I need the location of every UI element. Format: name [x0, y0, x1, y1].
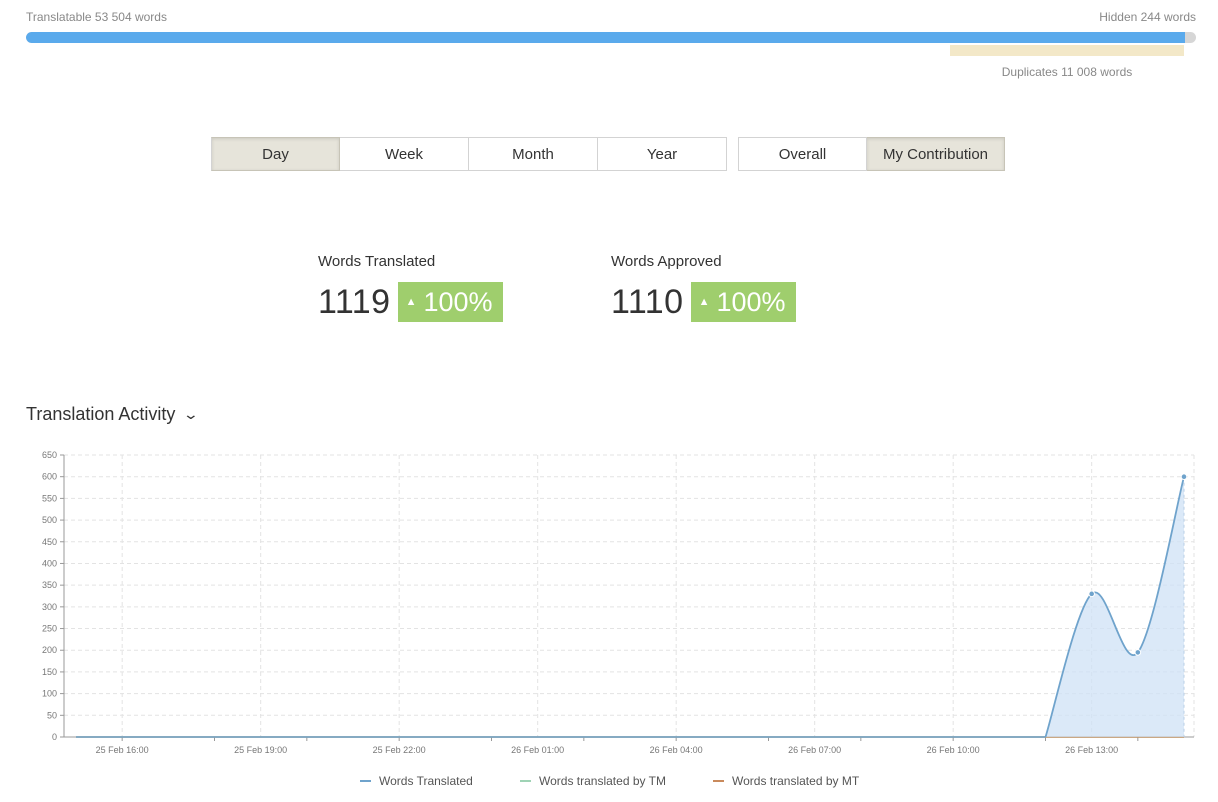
translation-activity-title: Translation Activity	[26, 404, 176, 424]
scope-my-contribution-button[interactable]: My Contribution	[867, 137, 1005, 171]
chart-legend: Words Translated Words translated by TM Wo…	[0, 774, 1218, 792]
y-tick-label: 300	[42, 602, 57, 612]
y-tick-label: 100	[42, 689, 57, 699]
translatable-progress-bar	[26, 32, 1196, 43]
words-approved-stat: Words Approved 1110 ▲ 100%	[611, 253, 796, 322]
translation-activity-toggle[interactable]: Translation Activity ⌄	[26, 404, 200, 425]
translatable-progress-fill	[26, 32, 1186, 43]
duplicates-label: Duplicates 11 008 words	[1001, 65, 1133, 79]
translation-activity-chart: 0 50 100 150 200 250 300 350 400 450 500 550 600 650 2…	[42, 450, 1195, 755]
legend-swatch	[360, 780, 371, 782]
x-tick-label: 26 Feb 04:00	[650, 745, 703, 755]
y-tick-label: 0	[52, 732, 57, 742]
y-tick-label: 250	[42, 624, 57, 634]
y-tick-label: 200	[42, 645, 57, 655]
legend-swatch	[520, 780, 531, 782]
words-approved-change: 100%	[716, 286, 786, 317]
words-translated-value: 1119	[318, 282, 391, 321]
y-tick-label: 650	[42, 450, 57, 460]
y-tick-label: 50	[47, 710, 57, 720]
words-approved-label: Words Approved	[611, 253, 722, 270]
period-day-button[interactable]: Day	[211, 137, 340, 171]
period-year-button[interactable]: Year	[598, 137, 727, 171]
scope-selector: Overall My Contribution	[738, 137, 1005, 171]
translatable-words-label: Translatable 53 504 words	[26, 10, 167, 24]
words-translated-stat: Words Translated 1119 ▲ 100%	[318, 253, 503, 322]
duplicates-bar	[950, 45, 1184, 56]
period-selector: Day Week Month Year	[211, 137, 727, 171]
hidden-words-label: Hidden 244 words	[1099, 10, 1196, 24]
y-tick-label: 450	[42, 537, 57, 547]
legend-label: Words translated by TM	[539, 774, 666, 788]
words-approved-value: 1110	[611, 282, 684, 321]
words-translated-label: Words Translated	[318, 253, 436, 270]
y-tick-label: 600	[42, 472, 57, 482]
words-translated-point	[1134, 649, 1142, 656]
y-tick-label: 550	[42, 493, 57, 503]
x-tick-label: 26 Feb 07:00	[788, 745, 841, 755]
x-tick-label: 25 Feb 19:00	[234, 745, 287, 755]
chevron-down-icon: ⌄	[183, 406, 200, 422]
legend-item[interactable]: Words Translated	[360, 774, 473, 788]
y-tick-label: 350	[42, 580, 57, 590]
scope-overall-button[interactable]: Overall	[738, 137, 867, 171]
x-tick-label: 26 Feb 10:00	[927, 745, 980, 755]
arrow-up-icon: ▲	[698, 296, 710, 308]
words-translated-point	[1088, 590, 1095, 598]
legend-item[interactable]: Words translated by TM	[520, 774, 666, 788]
legend-label: Words Translated	[379, 774, 473, 788]
legend-label: Words translated by MT	[732, 774, 860, 788]
y-tick-label: 500	[42, 515, 57, 525]
y-tick-label: 150	[42, 667, 57, 677]
legend-swatch	[713, 780, 724, 782]
legend-item[interactable]: Words translated by MT	[713, 774, 859, 788]
words-translated-change-badge: ▲ 100%	[397, 282, 503, 322]
y-tick-label: 400	[42, 558, 57, 568]
period-week-button[interactable]: Week	[340, 137, 469, 171]
x-tick-label: 25 Feb 16:00	[96, 745, 149, 755]
x-tick-label: 25 Feb 22:00	[373, 745, 426, 755]
x-tick-label: 26 Feb 13:00	[1065, 745, 1118, 755]
x-tick-label: 26 Feb 01:00	[511, 745, 564, 755]
arrow-up-icon: ▲	[405, 296, 417, 308]
words-translated-point	[1180, 473, 1188, 480]
period-month-button[interactable]: Month	[469, 137, 598, 171]
words-approved-change-badge: ▲ 100%	[690, 282, 796, 322]
words-translated-change: 100%	[423, 286, 493, 317]
